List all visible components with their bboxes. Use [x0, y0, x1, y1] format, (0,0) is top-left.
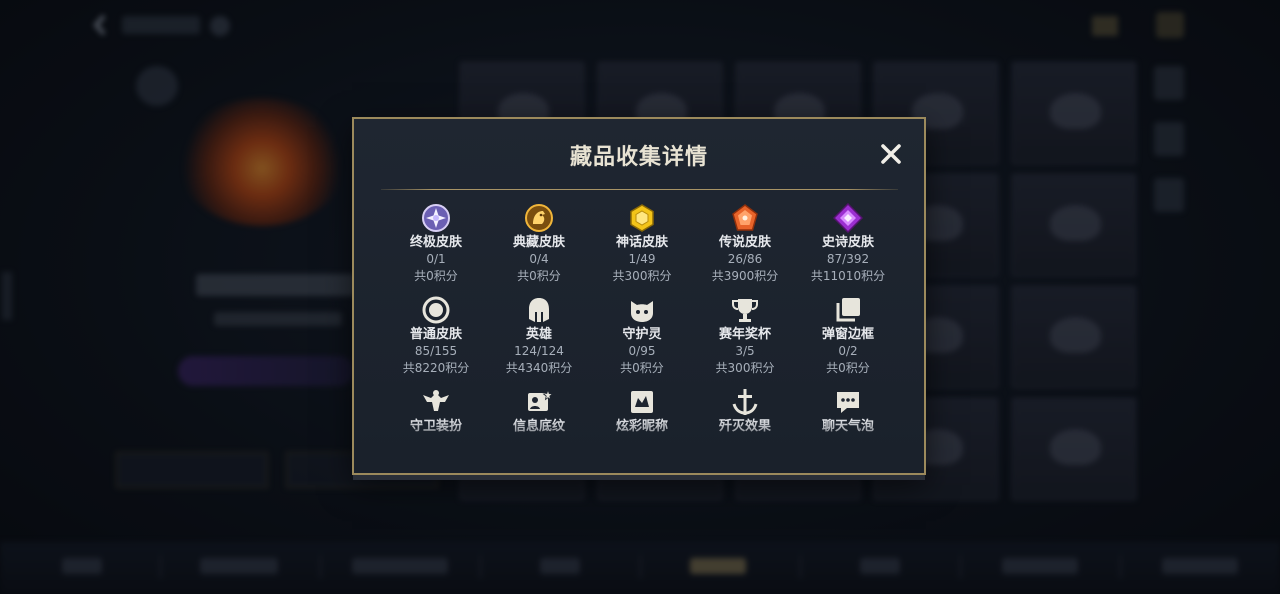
item-points: 共11010积分 [810, 269, 886, 283]
close-icon[interactable] [878, 141, 904, 167]
epic-skin-icon [833, 203, 863, 233]
modal-title: 藏品收集详情 [569, 145, 708, 170]
item-count: 0/1 [426, 252, 446, 266]
chat-bubble-icon [837, 392, 859, 413]
title-divider [381, 189, 898, 190]
mythic-skin-icon [630, 204, 654, 232]
item-points: 共0积分 [826, 361, 870, 375]
collection-skin-icon [525, 204, 553, 232]
item-label: 聊天气泡 [821, 419, 874, 434]
collection-item[interactable]: 炫彩昵称 [590, 387, 694, 435]
item-label: 典藏皮肤 [512, 235, 565, 250]
item-label: 弹窗边框 [821, 327, 874, 342]
item-count: 3/5 [735, 344, 755, 358]
item-points: 共300积分 [612, 269, 672, 283]
collection-item[interactable]: 守卫装扮 [384, 387, 488, 435]
item-count: 85/155 [414, 344, 458, 358]
collection-item[interactable]: 守护灵 0/95 共0积分 [590, 295, 694, 377]
collection-item[interactable]: 弹窗边框 0/2 共0积分 [796, 295, 898, 377]
item-label: 歼灭效果 [718, 419, 771, 434]
collection-item[interactable]: 歼灭效果 [693, 387, 797, 435]
hero-helmet-icon [529, 298, 549, 322]
item-label: 信息底纹 [512, 419, 565, 434]
item-count: 1/49 [628, 252, 656, 266]
item-label: 守护灵 [622, 327, 662, 342]
item-label: 神话皮肤 [615, 235, 668, 250]
item-points: 共4340积分 [505, 361, 573, 375]
annihilation-effect-icon [732, 389, 758, 415]
item-points: 共300积分 [715, 361, 775, 375]
collection-item[interactable]: 史诗皮肤 87/392 共11010积分 [796, 203, 898, 285]
collection-detail-modal: 藏品收集详情 终极皮肤 0/1 共0积分 典藏皮肤 0/4 共0积分 神话皮肤 … [352, 117, 926, 475]
item-points: 共0积分 [517, 269, 561, 283]
item-label: 史诗皮肤 [821, 235, 874, 250]
colorful-nickname-icon [631, 391, 653, 413]
info-background-icon [528, 388, 554, 411]
ultimate-skin-icon [422, 204, 450, 232]
item-label: 终极皮肤 [409, 235, 462, 250]
collection-item[interactable]: 普通皮肤 85/155 共8220积分 [384, 295, 488, 377]
legendary-skin-icon [732, 204, 758, 231]
item-points: 共3900积分 [711, 269, 779, 283]
item-count: 0/2 [838, 344, 858, 358]
normal-skin-icon [422, 296, 450, 324]
guardian-spirit-icon [631, 301, 653, 322]
item-count: 0/4 [529, 252, 549, 266]
collection-item[interactable]: 聊天气泡 [796, 387, 898, 435]
item-label: 守卫装扮 [409, 419, 462, 434]
collection-item[interactable]: 神话皮肤 1/49 共300积分 [590, 203, 694, 285]
item-label: 英雄 [525, 327, 552, 342]
trophy-icon [732, 299, 758, 322]
collection-item[interactable]: 典藏皮肤 0/4 共0积分 [487, 203, 591, 285]
item-count: 124/124 [514, 344, 564, 358]
item-points: 共0积分 [620, 361, 664, 375]
item-points: 共8220积分 [402, 361, 470, 375]
item-label: 炫彩昵称 [615, 419, 668, 434]
collection-items-list[interactable]: 终极皮肤 0/1 共0积分 典藏皮肤 0/4 共0积分 神话皮肤 1/49 共3… [384, 203, 898, 447]
item-label: 传说皮肤 [718, 235, 771, 250]
guard-outfit-icon [423, 390, 449, 411]
item-label: 赛年奖杯 [718, 327, 771, 342]
collection-item[interactable]: 信息底纹 [487, 387, 591, 435]
popup-frame-icon [836, 298, 860, 322]
collection-item[interactable]: 赛年奖杯 3/5 共300积分 [693, 295, 797, 377]
item-label: 普通皮肤 [409, 327, 462, 342]
item-count: 26/86 [727, 252, 763, 266]
collection-item[interactable]: 终极皮肤 0/1 共0积分 [384, 203, 488, 285]
item-points: 共0积分 [414, 269, 458, 283]
item-count: 0/95 [628, 344, 656, 358]
item-count: 87/392 [826, 252, 870, 266]
collection-item[interactable]: 英雄 124/124 共4340积分 [487, 295, 591, 377]
collection-item[interactable]: 传说皮肤 26/86 共3900积分 [693, 203, 797, 285]
